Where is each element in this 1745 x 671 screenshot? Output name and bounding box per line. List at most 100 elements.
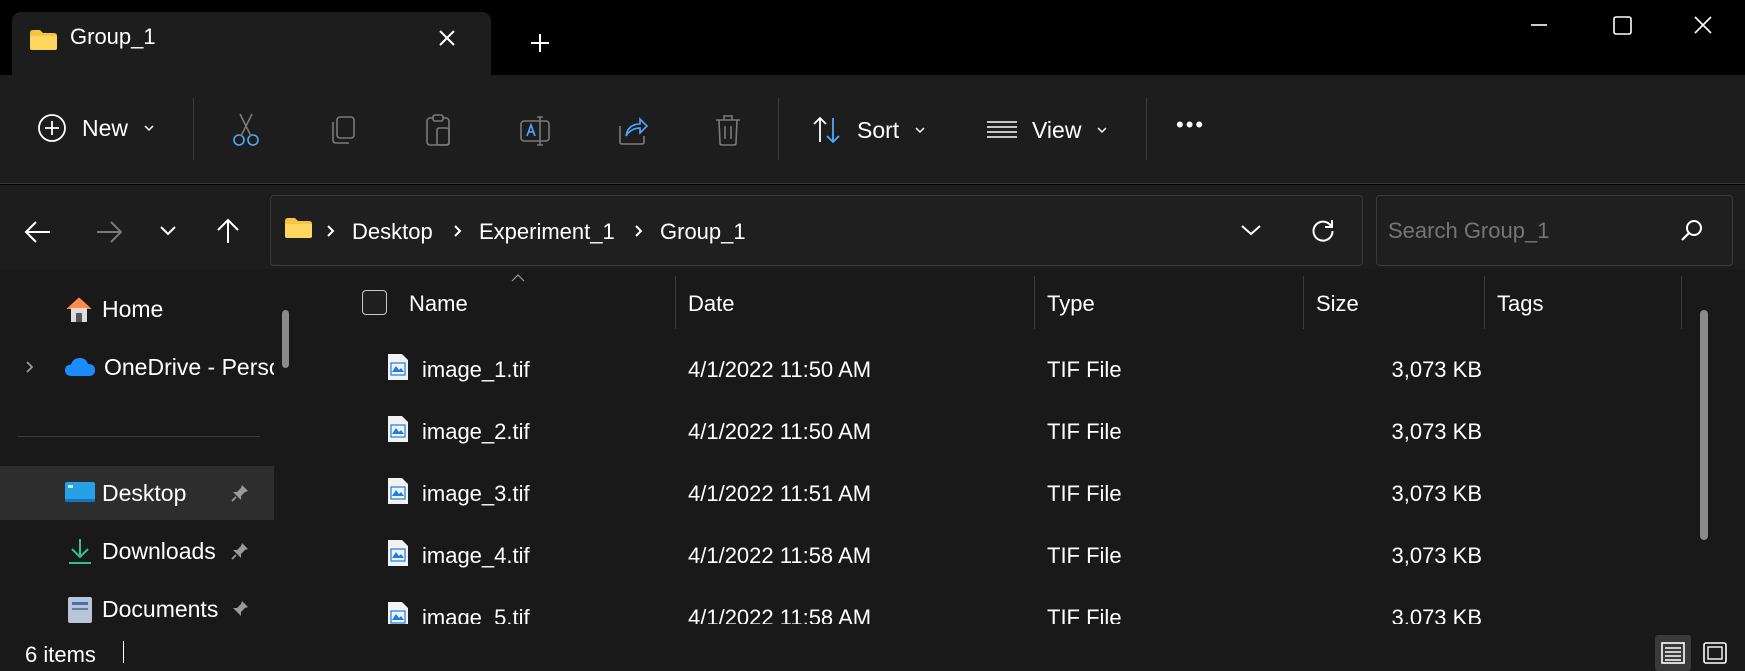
up-icon[interactable] <box>215 217 241 245</box>
column-divider[interactable] <box>1303 276 1304 329</box>
status-bar <box>0 624 1745 671</box>
view-list-icon <box>986 114 1018 146</box>
column-divider[interactable] <box>675 276 676 329</box>
details-view-button[interactable] <box>1655 635 1691 671</box>
file-list-scrollbar[interactable] <box>1700 310 1708 540</box>
chevron-right-icon[interactable] <box>633 223 645 239</box>
breadcrumb-group-1[interactable]: Group_1 <box>660 219 746 245</box>
refresh-icon[interactable] <box>1310 217 1336 243</box>
recent-locations-chevron-icon[interactable] <box>158 224 178 238</box>
forward-icon[interactable] <box>95 219 123 245</box>
search-input[interactable] <box>1388 209 1668 253</box>
file-size: 3,073 KB <box>1391 481 1482 506</box>
pin-icon[interactable] <box>230 599 250 619</box>
new-tab-button[interactable] <box>527 30 553 56</box>
file-date: 4/1/2022 11:58 AM <box>688 543 872 568</box>
file-name: image_4.tif <box>422 543 530 568</box>
nav-item-label: Downloads <box>102 537 216 564</box>
download-icon <box>64 536 96 566</box>
column-divider[interactable] <box>1681 276 1682 329</box>
breadcrumb-desktop[interactable]: Desktop <box>352 219 433 245</box>
column-header-type[interactable]: Type <box>1047 291 1095 317</box>
pin-icon[interactable] <box>230 541 250 561</box>
chevron-right-icon[interactable] <box>325 223 337 239</box>
sort-label: Sort <box>857 116 900 143</box>
file-date: 4/1/2022 11:51 AM <box>688 481 872 506</box>
file-name: image_5.tif <box>422 605 530 624</box>
chevron-down-icon <box>1095 123 1109 137</box>
file-date: 4/1/2022 11:50 AM <box>688 357 872 382</box>
toolbar-divider <box>1146 98 1147 160</box>
select-all-checkbox[interactable] <box>362 290 387 315</box>
nav-item-documents[interactable]: Documents <box>0 582 274 624</box>
minimize-button[interactable] <box>1497 0 1581 50</box>
file-type: TIF File <box>1047 419 1122 444</box>
new-button[interactable]: New <box>36 112 156 144</box>
image-file-icon <box>387 353 409 381</box>
rename-icon[interactable] <box>519 112 551 148</box>
details-view-icon <box>1661 642 1685 664</box>
column-divider[interactable] <box>1484 276 1485 329</box>
cut-icon[interactable] <box>230 112 262 148</box>
delete-icon[interactable] <box>712 112 744 148</box>
search-icon <box>1680 218 1704 242</box>
chevron-right-icon[interactable] <box>452 223 464 239</box>
pin-icon[interactable] <box>230 483 250 503</box>
table-row[interactable]: image_2.tif 4/1/2022 11:50 AM TIF File 3… <box>312 401 1682 463</box>
nav-item-downloads[interactable]: Downloads <box>0 524 274 578</box>
column-header-size[interactable]: Size <box>1316 291 1359 317</box>
status-divider <box>123 641 124 663</box>
documents-icon <box>64 594 96 624</box>
nav-item-desktop[interactable]: Desktop <box>0 466 274 520</box>
nav-item-home[interactable]: Home <box>0 282 274 336</box>
file-size: 3,073 KB <box>1391 419 1482 444</box>
file-type: TIF File <box>1047 357 1122 382</box>
nav-item-label: Documents <box>102 595 219 622</box>
onedrive-icon <box>64 356 96 378</box>
paste-icon[interactable] <box>423 112 455 148</box>
image-file-icon <box>387 415 409 443</box>
large-icons-view-button[interactable] <box>1697 635 1733 671</box>
address-history-chevron-icon[interactable] <box>1240 223 1262 237</box>
close-window-button[interactable] <box>1661 0 1745 50</box>
column-header-tags[interactable]: Tags <box>1497 291 1543 317</box>
expand-chevron-icon[interactable] <box>24 359 36 375</box>
file-size: 3,073 KB <box>1391 543 1482 568</box>
image-file-icon <box>387 539 409 567</box>
copy-icon[interactable] <box>327 112 359 148</box>
share-icon[interactable] <box>616 112 648 148</box>
folder-icon <box>285 218 312 238</box>
item-count: 6 items <box>25 642 96 667</box>
file-name: image_3.tif <box>422 481 530 506</box>
sort-ascending-indicator-icon <box>510 273 526 283</box>
file-date: 4/1/2022 11:58 AM <box>688 605 872 624</box>
view-button[interactable]: View <box>986 114 1109 146</box>
chevron-down-icon <box>913 123 927 137</box>
sort-button[interactable]: Sort <box>811 114 927 146</box>
file-type: TIF File <box>1047 605 1122 624</box>
view-label: View <box>1032 116 1082 143</box>
nav-item-label: Home <box>102 295 164 322</box>
breadcrumb-experiment-1[interactable]: Experiment_1 <box>479 219 615 245</box>
large-icons-view-icon <box>1703 642 1727 664</box>
nav-item-onedrive[interactable]: OneDrive - Perso <box>0 340 274 394</box>
new-label: New <box>82 114 129 141</box>
column-divider[interactable] <box>1034 276 1035 329</box>
column-header-name[interactable]: Name <box>409 291 468 317</box>
folder-icon <box>30 30 57 50</box>
image-file-icon <box>387 477 409 505</box>
file-size: 3,073 KB <box>1391 605 1482 624</box>
close-tab-icon[interactable] <box>434 25 460 51</box>
nav-pane-scrollbar[interactable] <box>282 310 289 368</box>
table-row[interactable]: image_4.tif 4/1/2022 11:58 AM TIF File 3… <box>312 525 1682 587</box>
toolbar-divider <box>193 98 194 160</box>
maximize-button[interactable] <box>1581 0 1665 50</box>
table-row[interactable]: image_1.tif 4/1/2022 11:50 AM TIF File 3… <box>312 339 1682 401</box>
back-icon[interactable] <box>24 219 52 245</box>
address-bar[interactable] <box>270 195 1363 266</box>
more-options-button[interactable]: ••• <box>1176 112 1205 138</box>
table-row[interactable]: image_5.tif 4/1/2022 11:58 AM TIF File 3… <box>312 587 1682 624</box>
table-row[interactable]: image_3.tif 4/1/2022 11:51 AM TIF File 3… <box>312 463 1682 525</box>
column-header-date[interactable]: Date <box>688 291 734 317</box>
nav-item-label: OneDrive - Perso <box>104 353 274 380</box>
